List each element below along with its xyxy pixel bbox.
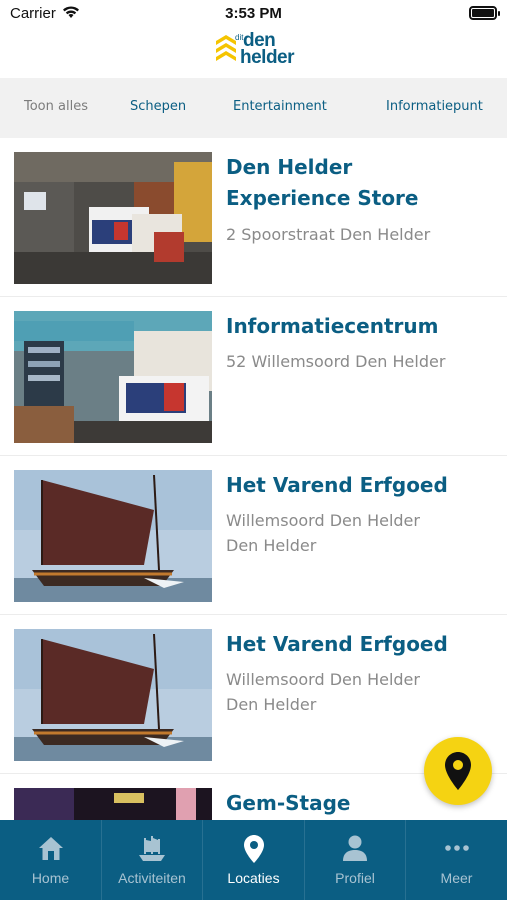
person-icon bbox=[305, 834, 405, 864]
location-address-line: Willemsoord Den Helder bbox=[226, 670, 420, 689]
category-filter-bar: Toon alles Schepen Entertainment Informa… bbox=[0, 78, 507, 138]
location-photo bbox=[14, 788, 212, 820]
tab-profiel[interactable]: Profiel bbox=[304, 820, 405, 900]
battery-icon bbox=[469, 6, 500, 20]
location-address: 52 Willemsoord Den Helder bbox=[226, 352, 446, 371]
location-title-line: Den Helder bbox=[226, 155, 353, 179]
location-title: Den Helder Experience Store bbox=[226, 152, 496, 214]
filter-informatiepunt[interactable]: Informatiepunt bbox=[386, 99, 483, 114]
more-dots-icon bbox=[406, 834, 507, 864]
tab-home[interactable]: Home bbox=[0, 820, 101, 900]
location-title-line: Het Varend Erfgoed bbox=[226, 632, 448, 656]
tab-label: Meer bbox=[440, 870, 473, 886]
location-title-line: Experience Store bbox=[226, 186, 419, 210]
map-pin-icon bbox=[445, 752, 471, 790]
location-photo bbox=[14, 311, 212, 443]
filter-schepen[interactable]: Schepen bbox=[130, 99, 186, 114]
tab-activiteiten[interactable]: Activiteiten bbox=[101, 820, 202, 900]
tab-label: Profiel bbox=[335, 870, 375, 886]
map-view-button[interactable] bbox=[424, 737, 492, 805]
bottom-tab-bar: Home Activiteiten Locaties Profiel Meer bbox=[0, 820, 507, 900]
logo-chevrons-icon bbox=[216, 35, 236, 61]
location-item[interactable]: Het Varend Erfgoed Willemsoord Den Helde… bbox=[0, 456, 507, 615]
location-title-line: Informatiecentrum bbox=[226, 314, 439, 338]
location-list[interactable]: Den Helder Experience Store 2 Spoorstraa… bbox=[0, 138, 507, 820]
location-title: Het Varend Erfgoed bbox=[226, 470, 496, 501]
location-address-line: Den Helder bbox=[226, 695, 317, 714]
den-helder-logo[interactable]: dit den helder bbox=[213, 31, 297, 73]
logo-word-helder: helder bbox=[240, 47, 295, 68]
status-bar: Carrier 3:53 PM bbox=[0, 0, 507, 28]
location-title-line: Het Varend Erfgoed bbox=[226, 473, 448, 497]
location-address-line: Den Helder bbox=[226, 536, 317, 555]
tab-meer[interactable]: Meer bbox=[405, 820, 507, 900]
location-address-line: Willemsoord Den Helder bbox=[226, 511, 420, 530]
filter-entertainment[interactable]: Entertainment bbox=[233, 99, 327, 114]
tab-locaties[interactable]: Locaties bbox=[202, 820, 304, 900]
location-title: Informatiecentrum bbox=[226, 311, 496, 342]
location-item[interactable]: Den Helder Experience Store 2 Spoorstraa… bbox=[0, 138, 507, 297]
tab-label: Activiteiten bbox=[118, 870, 186, 886]
location-photo bbox=[14, 152, 212, 284]
status-time: 3:53 PM bbox=[225, 5, 282, 22]
location-item[interactable]: Informatiecentrum 52 Willemsoord Den Hel… bbox=[0, 297, 507, 456]
tab-label: Locaties bbox=[227, 870, 280, 886]
home-icon bbox=[0, 834, 101, 864]
location-title: Het Varend Erfgoed bbox=[226, 629, 496, 660]
filter-show-all[interactable]: Toon alles bbox=[24, 99, 88, 114]
map-pin-icon bbox=[203, 834, 304, 864]
location-photo bbox=[14, 470, 212, 602]
app-header: dit den helder bbox=[0, 28, 507, 78]
tab-label: Home bbox=[31, 870, 70, 886]
location-photo bbox=[14, 629, 212, 761]
location-address: Willemsoord Den Helder Den Helder bbox=[226, 508, 496, 558]
location-address: Willemsoord Den Helder Den Helder bbox=[226, 667, 496, 717]
location-address: 2 Spoorstraat Den Helder bbox=[226, 225, 431, 244]
ship-icon bbox=[102, 834, 202, 864]
